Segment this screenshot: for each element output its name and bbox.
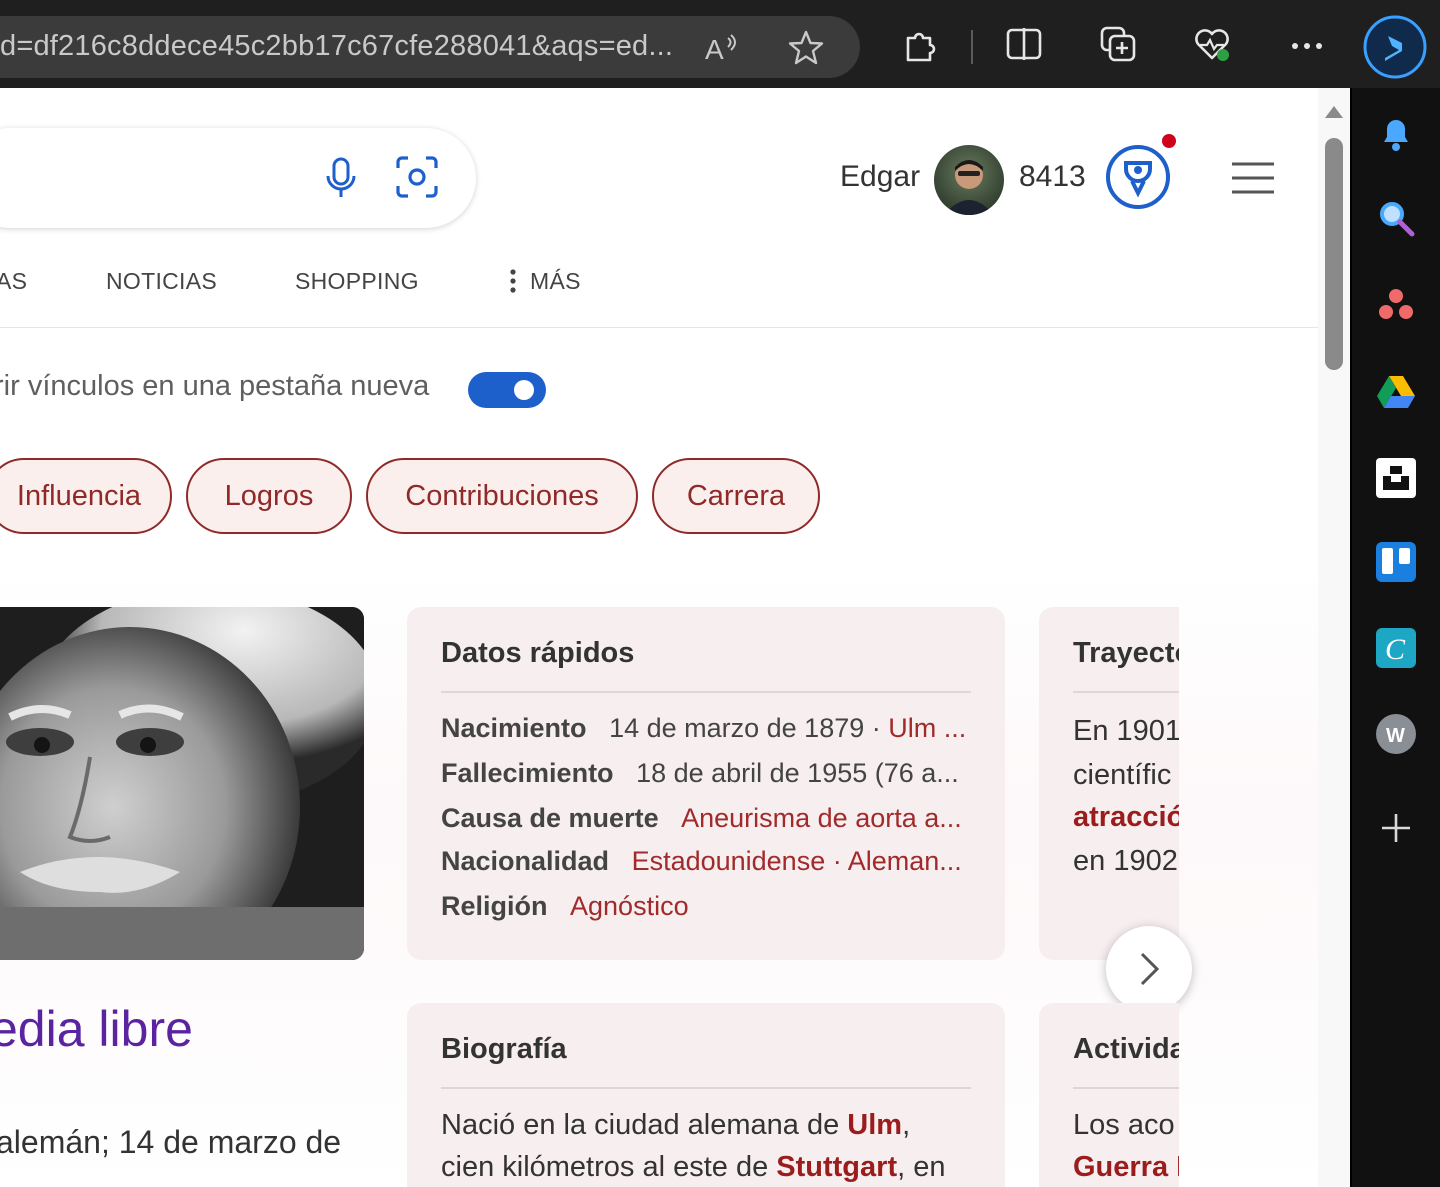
fact-row-nacimiento: Nacimiento 14 de marzo de 1879 · Ulm ... [441,713,967,743]
card-divider [441,691,971,693]
split-screen-icon[interactable] [1004,24,1044,64]
fact-link-agnostico[interactable]: Agnóstico [570,891,689,921]
biography-card: Biografía Nació en la ciudad alemana de … [407,1003,1005,1187]
career-line-1: En 1901 [1073,715,1179,747]
svg-text:C: C [1385,633,1406,666]
tab-imagenes[interactable]: AS [0,268,27,295]
bing-copilot-icon[interactable] [1362,14,1428,80]
browser-window: d=df216c8ddece45c2bb17c67cfe288041&aqs=e… [0,0,1440,1187]
rewards-points[interactable]: 8413 [1019,160,1086,194]
url-text[interactable]: d=df216c8ddece45c2bb17c67cfe288041&aqs=e… [0,30,673,63]
toolbar-separator [971,30,973,64]
add-sidebar-app-icon[interactable] [1374,806,1418,850]
biography-title: Biografía [441,1033,567,1065]
fact-row-fallecimiento: Fallecimiento 18 de abril de 1955 (76 a.… [441,758,959,788]
fact-link-ulm[interactable]: Ulm ... [888,713,966,743]
rewards-trophy-icon[interactable] [1104,143,1172,211]
card-divider [1073,691,1179,693]
tab-mas[interactable]: MÁS [530,268,581,295]
address-bar[interactable]: d=df216c8ddece45c2bb17c67cfe288041&aqs=e… [0,16,860,78]
read-aloud-icon[interactable]: A [702,28,742,68]
notifications-bell-icon[interactable] [1374,112,1418,156]
einstein-portrait[interactable] [0,607,364,960]
hamburger-menu-icon[interactable] [1230,160,1276,196]
link-ulm[interactable]: Ulm [847,1109,902,1141]
trello-icon[interactable] [1374,540,1418,584]
career-card: Trayecto En 1901 científic atracció en 1… [1039,607,1179,960]
fact-row-causa-muerte: Causa de muerte Aneurisma de aorta a... [441,803,962,833]
tab-shopping[interactable]: SHOPPING [295,268,419,295]
asana-icon[interactable] [1374,282,1418,326]
carousel-next-button[interactable] [1106,926,1192,1012]
link-stuttgart[interactable]: Stuttgart [776,1151,897,1183]
quick-facts-title: Datos rápidos [441,637,635,669]
browser-toolbar: d=df216c8ddece45c2bb17c67cfe288041&aqs=e… [0,0,1440,88]
chip-influencia[interactable]: Influencia [0,458,172,534]
chip-carrera[interactable]: Carrera [652,458,820,534]
google-drive-icon[interactable] [1374,370,1418,414]
chip-logros[interactable]: Logros [186,458,352,534]
avatar[interactable] [934,145,1004,215]
quick-facts-card: Datos rápidos Nacimiento 14 de marzo de … [407,607,1005,960]
open-links-new-tab-label: rir vínculos en una pestaña nueva [0,370,430,402]
chip-contribuciones[interactable]: Contribuciones [366,458,638,534]
svg-text:W: W [1386,725,1405,747]
fact-link-aneurisma[interactable]: Aneurisma de aorta a... [681,803,962,833]
career-line-2: científic [1073,759,1172,791]
favorite-star-icon[interactable] [786,28,826,68]
scroll-up-arrow-icon[interactable] [1325,106,1343,118]
canva-icon[interactable]: C [1374,626,1418,670]
biography-line-2: cien kilómetros al este de Stuttgart, en [441,1151,946,1183]
more-vertical-icon[interactable] [507,266,519,296]
career-line-4: en 1902 [1073,845,1178,877]
search-icon[interactable] [1374,196,1418,240]
activity-line-1: Los aco [1073,1109,1175,1141]
biography-line-1: Nació en la ciudad alemana de Ulm, [441,1109,911,1141]
card-divider [441,1087,971,1089]
unsplash-icon[interactable] [1374,456,1418,500]
chevron-right-icon [1140,952,1160,986]
collections-icon[interactable] [1098,24,1138,64]
wikipedia-result-title[interactable]: edia libre [0,1000,193,1058]
page-content: Edgar 8413 AS NOTICIAS SHOPPING MÁS rir … [0,88,1350,1187]
notification-dot [1162,134,1176,148]
fact-row-religion: Religión Agnóstico [441,891,689,921]
wikipedia-snippet: alemán; 14 de marzo de [0,1124,342,1160]
visual-search-icon[interactable] [394,154,440,200]
open-links-new-tab-toggle[interactable] [468,372,546,408]
fact-link-nacionalidad[interactable]: Estadounidense · Aleman... [632,846,962,876]
career-line-3[interactable]: atracció [1073,801,1179,834]
activity-line-2[interactable]: Guerra M [1073,1151,1179,1184]
nav-divider [0,327,1318,328]
career-title: Trayecto [1073,637,1179,669]
toggle-knob [514,380,534,400]
extensions-icon[interactable] [900,24,940,64]
user-name[interactable]: Edgar [840,160,920,194]
browser-essentials-icon[interactable] [1192,24,1232,64]
activity-card: Activida Los aco Guerra M [1039,1003,1179,1187]
microphone-icon[interactable] [320,156,362,200]
scrollbar-thumb[interactable] [1325,138,1343,370]
svg-text:A: A [705,34,724,65]
wikipedia-icon[interactable]: W [1374,712,1418,756]
fact-row-nacionalidad: Nacionalidad Estadounidense · Aleman... [441,846,962,876]
more-options-icon[interactable] [1287,24,1327,64]
activity-title: Activida [1073,1033,1179,1065]
card-divider [1073,1087,1179,1089]
tab-noticias[interactable]: NOTICIAS [106,268,217,295]
